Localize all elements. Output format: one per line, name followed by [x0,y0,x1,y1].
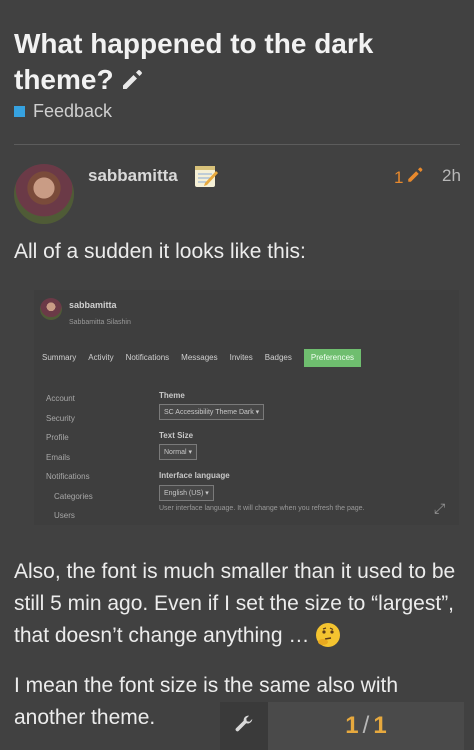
screenshot-sidebar-item: Security [46,413,75,423]
post-age[interactable]: 2h [442,166,461,186]
post-username[interactable]: sabbamitta [88,166,178,186]
screenshot-nav-item: Badges [264,353,292,362]
admin-wrench-button[interactable] [220,702,268,750]
screenshot-theme-select: SC Accessibility Theme Dark ▾ [159,404,265,420]
wrench-icon [233,713,255,740]
timeline-pager[interactable]: 1 / 1 [268,702,464,750]
screenshot-language-select: English (US) ▾ [159,485,214,501]
screenshot-sidebar-item: Account [46,394,75,403]
screenshot-sidebar-item: Profile [46,433,69,442]
post-paragraph-text: Also, the font is much smaller than it u… [14,560,456,647]
screenshot-nav-item: Activity [88,353,114,362]
screenshot-nav-item: Summary [42,353,77,362]
screenshot-theme-label: Theme [159,391,185,400]
page-current: 1 [345,712,359,739]
screenshot-text-size-select: Normal ▾ [159,444,198,460]
screenshot-nav-item: Invites [229,353,253,362]
category-name: Feedback [33,101,113,121]
post-paragraph: All of a sudden it looks like this: [14,240,306,263]
screenshot-sidebar: Account Security Profile Emails Notifica… [46,389,93,526]
topic-title: What happened to the dark theme? [14,26,454,101]
category-color-square [14,106,25,117]
divider [14,144,460,145]
screenshot-language-label: Interface language [159,471,230,480]
screenshot-nav: Summary Activity Notifications Messages … [42,349,373,367]
screenshot-sidebar-item: Emails [46,452,71,462]
thinking-face-icon [316,623,341,647]
embedded-screenshot[interactable]: sabbamitta Sabbamitta Silashin Summary A… [34,290,459,525]
notepad-icon [193,163,219,189]
screenshot-sidebar-item: Notifications [46,472,90,481]
post-paragraph: Also, the font is much smaller than it u… [14,556,464,652]
screenshot-language-hint: User interface language. It will change … [159,505,365,512]
screenshot-nav-item: Notifications [125,353,170,362]
screenshot-sidebar-item: Users [54,511,75,520]
avatar[interactable] [14,164,74,224]
edit-count: 1 [394,167,404,187]
pencil-icon[interactable] [120,65,144,101]
screenshot-text-size-label: Text Size [159,431,194,440]
page-total: 1 [373,712,387,739]
screenshot-nav-item: Messages [181,353,218,362]
pencil-icon [406,166,424,189]
page-separator: / [362,712,370,739]
edit-history-button[interactable]: 1 [394,166,424,189]
category-badge[interactable]: Feedback [14,101,112,122]
screenshot-full-name: Sabbamitta Silashin [69,319,131,326]
screenshot-sidebar-item: Categories [54,491,93,501]
screenshot-username: sabbamitta [69,300,117,310]
screenshot-avatar [40,298,62,320]
topic-title-text: What happened to the dark theme? [14,28,374,95]
screenshot-nav-preferences: Preferences [303,349,362,367]
expand-icon[interactable]: ⤢ [434,500,445,517]
